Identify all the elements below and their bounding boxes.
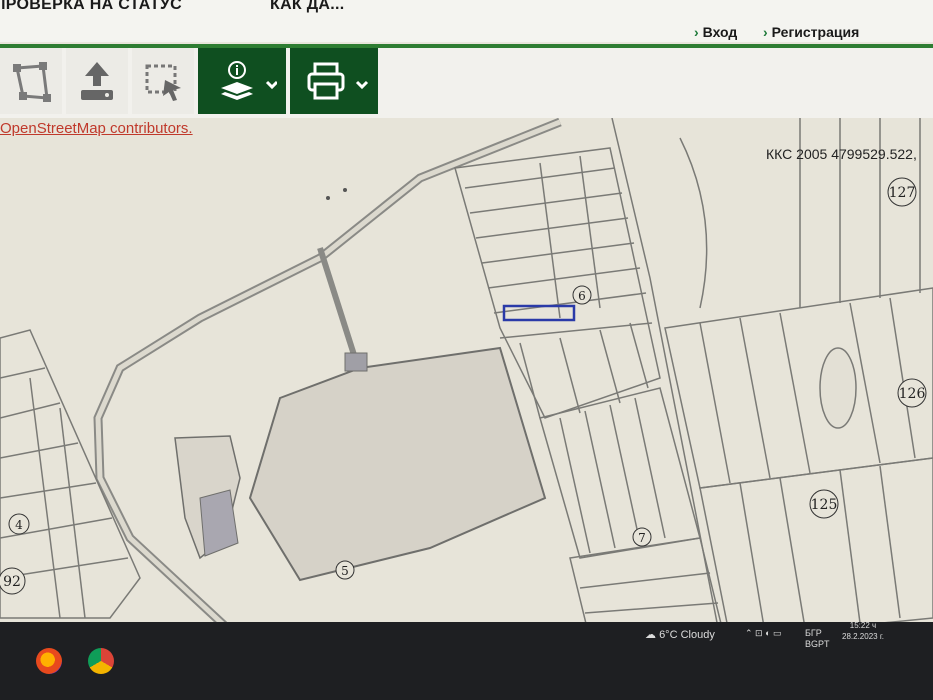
parcel-label-7: 7 [638,531,646,545]
language-indicator[interactable]: БГР BGPT [805,628,830,650]
chevron-down-icon [265,80,277,90]
chevron-right-icon: › [694,24,699,40]
chevron-right-icon: › [763,24,768,40]
parcel-label-4: 4 [15,518,23,532]
print-icon [307,62,369,100]
register-link[interactable]: › Регистрация [763,24,859,40]
print-button[interactable] [290,48,378,114]
windows-taskbar [0,622,933,700]
weather-widget[interactable]: ☁ 6°C Cloudy [645,628,715,641]
parcel-label-125: 125 [811,497,838,513]
cadastral-map[interactable]: 127 6 126 125 7 5 4 92 [0,118,933,640]
layers-info-icon [221,61,277,100]
cloud-icon: ☁ [645,629,660,641]
layers-info-button[interactable] [198,48,286,114]
tray-icons[interactable]: ⌃ ⊡ ◐ ▭ [745,628,782,639]
nav-status-check[interactable]: ПРОВЕРКА НА СТАТУС [0,0,182,14]
parcel-label-127: 127 [889,185,916,201]
chrome-icon[interactable] [88,648,114,674]
draw-polygon-button[interactable] [0,48,62,114]
coordinate-readout: ККС 2005 4799529.522, [766,146,917,162]
parcel-label-126: 126 [899,386,926,402]
login-link[interactable]: › Вход [694,24,737,40]
nav-how-to[interactable]: КАК ДА... [270,0,345,14]
chevron-down-icon [355,80,369,90]
map-toolbar [0,48,933,118]
select-area-icon [145,64,181,101]
parcel-label-92: 92 [3,574,21,590]
top-navigation: ПРОВЕРКА НА СТАТУС КАК ДА... › Вход › Реги… [0,0,933,42]
upload-button[interactable] [66,48,128,114]
select-area-button[interactable] [132,48,194,114]
system-clock[interactable]: 15:22 ч 28.2.2023 г. [842,620,884,642]
draw-polygon-icon [13,62,51,102]
upload-icon [81,62,113,100]
map-attribution[interactable]: OpenStreetMap contributors. [0,120,193,137]
firefox-icon[interactable] [36,648,62,674]
browser-viewport: ПРОВЕРКА НА СТАТУС КАК ДА... › Вход › Реги… [0,0,933,640]
parcel-label-5: 5 [341,564,349,578]
parcel-label-6: 6 [578,289,586,303]
